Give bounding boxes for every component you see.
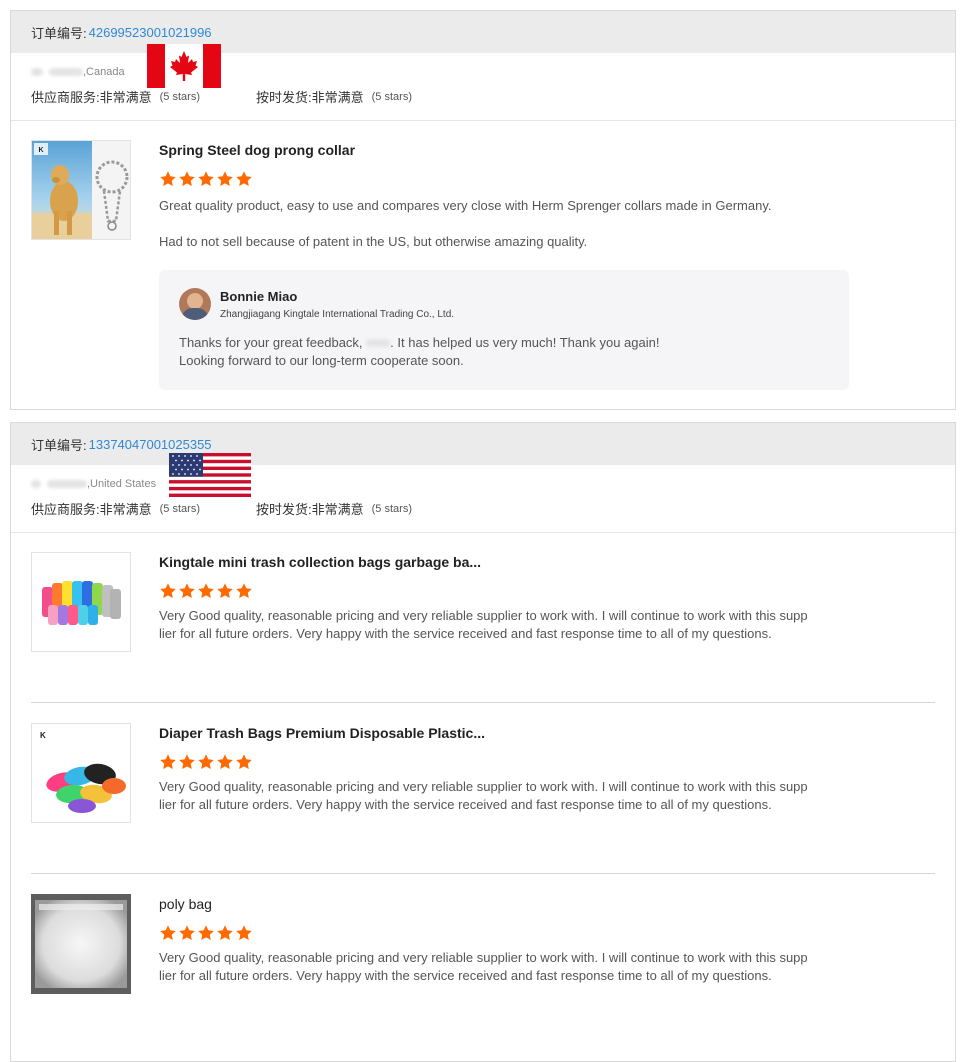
supplier-service-stars: (5 stars) <box>159 502 200 515</box>
order-card: 订单编号: 42699523001021996 ,Canada 供应商服务: 非… <box>10 10 956 410</box>
order-number-link[interactable]: 13374047001025355 <box>89 437 212 452</box>
on-time-shipping-value: 非常满意 <box>311 90 364 105</box>
star-icon <box>235 582 254 600</box>
star-icon <box>159 753 178 771</box>
order-header: 订单编号: 13374047001025355 <box>11 423 955 465</box>
star-icon <box>178 753 197 771</box>
us-flag-icon <box>169 453 251 497</box>
item-divider <box>31 702 935 703</box>
order-ratings: 供应商服务: 非常满意 (5 stars) 按时发货: 非常满意 (5 star… <box>31 499 935 518</box>
svg-text:K: K <box>38 147 43 154</box>
star-icon <box>178 582 197 600</box>
poly-bag-image <box>31 894 131 994</box>
buyer-country: ,Canada <box>83 66 125 78</box>
order-number-label: 订单编号: <box>31 25 87 41</box>
dog-collar-image: K <box>32 141 130 239</box>
canada-flag-icon <box>147 44 221 88</box>
product-thumbnail[interactable]: K <box>31 140 131 240</box>
review-text: Had to not sell because of patent in the… <box>159 234 588 249</box>
item-content: Spring Steel dog prong collar Great qual… <box>159 140 935 251</box>
order-item: Kingtale mini trash collection bags garb… <box>31 552 935 672</box>
supplier-service-value: 非常满意 <box>99 90 152 105</box>
item-divider <box>31 873 935 874</box>
star-icon <box>197 753 216 771</box>
product-thumbnail[interactable] <box>31 894 131 994</box>
supplier-service-label: 供应商服务: <box>31 90 100 105</box>
order-item: poly bag Very Good quality, reasonable p… <box>31 894 935 1014</box>
reply-author-name: Bonnie Miao <box>220 288 298 304</box>
svg-text:K: K <box>40 731 46 740</box>
product-title[interactable]: Diaper Trash Bags Premium Disposable Pla… <box>159 725 935 741</box>
star-icon <box>197 582 216 600</box>
item-content: Kingtale mini trash collection bags garb… <box>159 552 935 643</box>
star-icon <box>216 753 235 771</box>
trash-bags-image <box>32 553 130 651</box>
star-icon <box>235 170 254 188</box>
buyer-info: ,Canada 供应商服务: 非常满意 (5 stars) 按时发货: 非常满意… <box>11 44 955 121</box>
star-icon <box>216 170 235 188</box>
buyer-name: ,United States <box>31 477 935 491</box>
product-thumbnail[interactable] <box>31 552 131 652</box>
star-icon <box>197 170 216 188</box>
star-icon <box>159 170 178 188</box>
on-time-shipping-stars: (5 stars) <box>371 502 412 515</box>
order-number-link[interactable]: 42699523001021996 <box>89 25 212 40</box>
avatar <box>179 288 211 320</box>
supplier-service-label: 供应商服务: <box>31 502 100 517</box>
reply-text: Thanks for your great feedback, . It has… <box>179 335 660 368</box>
rating-stars <box>159 753 935 771</box>
supplier-service-stars: (5 stars) <box>159 90 200 103</box>
review-text: Very Good quality, reasonable pricing an… <box>159 779 808 812</box>
product-title[interactable]: Spring Steel dog prong collar <box>159 142 935 158</box>
star-icon <box>235 753 254 771</box>
star-icon <box>159 582 178 600</box>
review-text: Very Good quality, reasonable pricing an… <box>159 950 808 983</box>
star-icon <box>178 924 197 942</box>
star-icon <box>197 924 216 942</box>
buyer-info: ,United States 供应商服务: 非常满意 (5 stars) 按时发… <box>11 453 955 533</box>
star-icon <box>216 924 235 942</box>
order-card: 订单编号: 13374047001025355 ,United States 供… <box>10 422 956 1062</box>
rating-stars <box>159 924 935 942</box>
on-time-shipping-label: 按时发货: <box>256 90 312 105</box>
product-title[interactable]: poly bag <box>159 896 935 912</box>
product-title[interactable]: Kingtale mini trash collection bags garb… <box>159 554 935 570</box>
star-icon <box>159 924 178 942</box>
rating-stars <box>159 170 935 188</box>
order-item: K Spring Steel dog prong collar Great qu… <box>31 140 935 400</box>
item-content: Diaper Trash Bags Premium Disposable Pla… <box>159 723 935 814</box>
rating-stars <box>159 582 935 600</box>
star-icon <box>235 924 254 942</box>
review-text: Great quality product, easy to use and c… <box>159 198 772 213</box>
star-icon <box>178 170 197 188</box>
supplier-reply: Bonnie Miao Zhangjiagang Kingtale Intern… <box>159 270 849 390</box>
supplier-service-value: 非常满意 <box>99 502 152 517</box>
star-icon <box>216 582 235 600</box>
diaper-bags-image: K <box>32 724 130 822</box>
reply-author-company: Zhangjiagang Kingtale International Trad… <box>220 308 455 320</box>
on-time-shipping-label: 按时发货: <box>256 502 312 517</box>
review-text: Very Good quality, reasonable pricing an… <box>159 608 808 641</box>
buyer-country: ,United States <box>87 478 157 490</box>
order-ratings: 供应商服务: 非常满意 (5 stars) 按时发货: 非常满意 (5 star… <box>31 87 935 106</box>
order-number-label: 订单编号: <box>31 437 87 453</box>
order-item: K Diaper Trash Bags Premium Disposable P… <box>31 723 935 843</box>
product-thumbnail[interactable]: K <box>31 723 131 823</box>
on-time-shipping-stars: (5 stars) <box>371 90 412 103</box>
on-time-shipping-value: 非常满意 <box>311 502 364 517</box>
item-content: poly bag Very Good quality, reasonable p… <box>159 894 935 985</box>
